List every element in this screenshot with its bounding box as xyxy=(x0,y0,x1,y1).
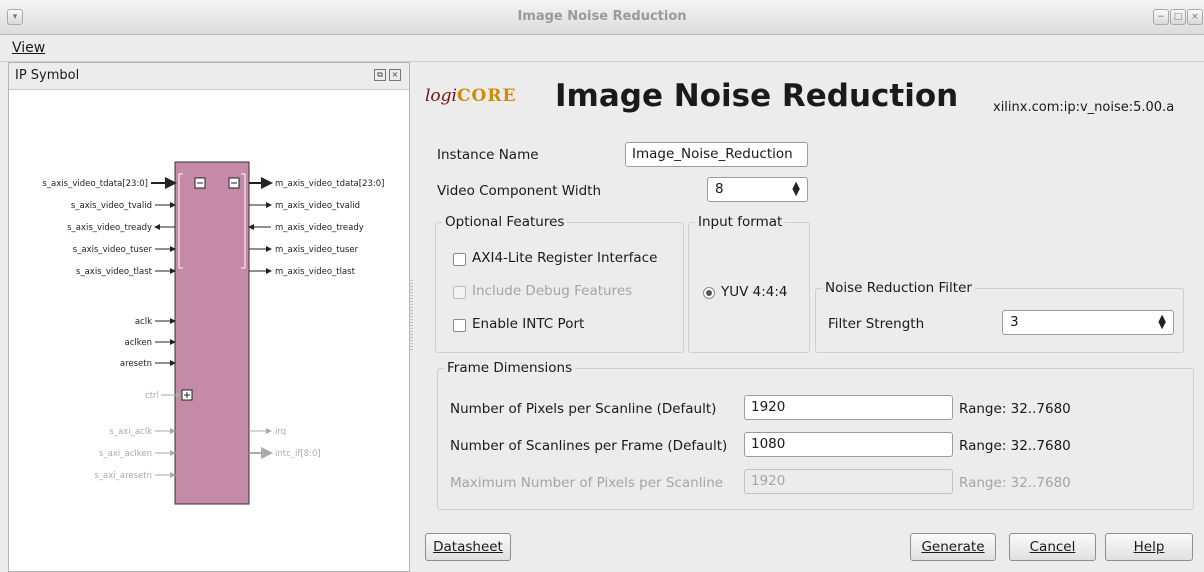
close-button[interactable]: × xyxy=(1187,9,1203,25)
scanlines-per-frame-label: Number of Scanlines per Frame (Default) xyxy=(450,438,728,454)
noise-filter-title: Noise Reduction Filter xyxy=(822,280,975,296)
frame-dimensions-group: Frame Dimensions Number of Pixels per Sc… xyxy=(437,360,1194,510)
filter-strength-select[interactable]: 3 ▲ ▼ xyxy=(1002,310,1174,335)
main-window: ▾ Image Noise Reduction − □ × View IP Sy… xyxy=(0,0,1204,572)
page-title: Image Noise Reduction xyxy=(555,78,959,114)
yuv444-label: YUV 4:4:4 xyxy=(721,284,788,300)
help-label: Help xyxy=(1133,539,1165,555)
ip-symbol-diagram: s_axis_video_tdata[23:0] s_axis_video_tv… xyxy=(42,161,384,505)
title-bar: ▾ Image Noise Reduction − □ × xyxy=(0,0,1204,35)
cancel-button[interactable]: Cancel xyxy=(1009,533,1096,561)
ip-symbol-header: IP Symbol ⧉ × xyxy=(9,63,409,90)
instance-name-input[interactable]: Image_Noise_Reduction xyxy=(625,142,808,167)
optional-features-group: Optional Features AXI4-Lite Register Int… xyxy=(435,214,684,353)
logo-core: CORE xyxy=(457,86,517,106)
ip-symbol-title: IP Symbol xyxy=(15,68,80,83)
port-label: m_axis_video_tready xyxy=(275,223,364,233)
enable-intc-checkbox[interactable] xyxy=(453,319,466,332)
component-width-select[interactable]: 8 ▲ ▼ xyxy=(707,177,808,202)
logicore-logo: logiCORE xyxy=(425,86,516,106)
port-label: intc_if[8:0] xyxy=(275,449,321,459)
window-title: Image Noise Reduction xyxy=(517,9,687,24)
port-label: s_axi_aclk xyxy=(109,427,152,437)
filter-strength-value: 3 xyxy=(1010,314,1019,330)
max-pixels-label: Maximum Number of Pixels per Scanline xyxy=(450,475,724,491)
port-label: m_axis_video_tlast xyxy=(275,267,356,277)
noise-filter-group: Noise Reduction Filter Filter Strength 3… xyxy=(815,280,1184,353)
datasheet-label: Datasheet xyxy=(433,539,503,555)
input-format-title: Input format xyxy=(695,214,786,230)
port-label: s_axis_video_tlast xyxy=(76,267,153,277)
component-width-label: Video Component Width xyxy=(437,183,602,199)
scanlines-per-frame-input[interactable]: 1080 xyxy=(744,432,953,457)
enable-intc-label: Enable INTC Port xyxy=(472,316,585,332)
max-pixels-range: Range: 32..7680 xyxy=(959,475,1071,491)
generate-label: Generate xyxy=(921,539,985,555)
ip-block xyxy=(174,161,250,505)
port-label: irq xyxy=(275,427,286,437)
menu-view-label: View xyxy=(12,40,46,56)
axi4-lite-checkbox[interactable] xyxy=(453,253,466,266)
port-label: s_axis_video_tuser xyxy=(73,245,153,255)
maximize-button[interactable]: □ xyxy=(1170,9,1186,25)
port-label: s_axi_aresetn xyxy=(94,471,152,481)
frame-dimensions-title: Frame Dimensions xyxy=(444,360,576,376)
pixels-per-scanline-range: Range: 32..7680 xyxy=(959,401,1071,417)
port-label: aclk xyxy=(135,317,152,327)
float-panel-icon[interactable]: ⧉ xyxy=(374,69,386,81)
max-pixels-input[interactable]: 1920 xyxy=(744,469,953,494)
optional-features-title: Optional Features xyxy=(442,214,568,230)
ip-symbol-panel: IP Symbol ⧉ × s_axis_video_tdata[23:0] s… xyxy=(8,62,410,572)
updown-arrows-icon: ▲ ▼ xyxy=(792,180,800,198)
scanlines-per-frame-range: Range: 32..7680 xyxy=(959,438,1071,454)
port-label: s_axis_video_tvalid xyxy=(71,201,152,211)
logo-logi: logi xyxy=(425,86,457,106)
axi4-lite-label: AXI4-Lite Register Interface xyxy=(472,250,658,266)
menu-bar: View xyxy=(0,35,1204,62)
pixels-per-scanline-input[interactable]: 1920 xyxy=(744,395,953,420)
pixels-per-scanline-label: Number of Pixels per Scanline (Default) xyxy=(450,401,717,417)
help-button[interactable]: Help xyxy=(1105,533,1193,561)
port-label: s_axis_video_tdata[23:0] xyxy=(42,179,148,189)
datasheet-button[interactable]: Datasheet xyxy=(425,533,511,561)
menu-view[interactable]: View xyxy=(12,40,45,56)
filter-strength-label: Filter Strength xyxy=(828,316,925,332)
port-label: m_axis_video_tdata[23:0] xyxy=(275,179,384,189)
port-label: s_axi_aclken xyxy=(99,449,152,459)
ip-vlnv: xilinx.com:ip:v_noise:5.00.a xyxy=(993,100,1175,115)
updown-arrows-icon: ▲ ▼ xyxy=(1158,313,1166,331)
debug-features-label: Include Debug Features xyxy=(472,283,633,299)
config-panel: logiCORE Image Noise Reduction xilinx.co… xyxy=(413,62,1204,571)
debug-features-checkbox[interactable] xyxy=(453,286,466,299)
yuv444-radio[interactable] xyxy=(703,287,715,299)
port-label: aresetn xyxy=(120,359,152,369)
port-label: s_axis_video_tready xyxy=(67,223,152,233)
cancel-label: Cancel xyxy=(1029,539,1076,555)
port-label: m_axis_video_tvalid xyxy=(275,201,360,211)
component-width-value: 8 xyxy=(715,181,724,197)
port-label: m_axis_video_tuser xyxy=(275,245,359,255)
port-label: aclken xyxy=(125,338,152,348)
close-panel-icon[interactable]: × xyxy=(389,69,401,81)
minimize-button[interactable]: − xyxy=(1153,9,1169,25)
port-label: ctrl xyxy=(145,391,159,401)
instance-name-label: Instance Name xyxy=(437,147,539,163)
generate-button[interactable]: Generate xyxy=(910,533,996,561)
input-format-group: Input format YUV 4:4:4 xyxy=(688,214,810,353)
